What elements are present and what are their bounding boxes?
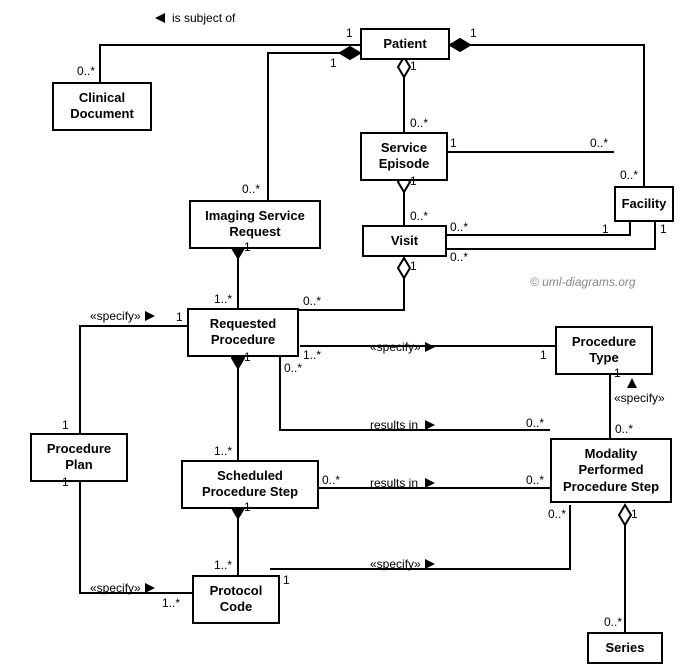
mult: 1 — [660, 222, 667, 236]
label: Visit — [391, 233, 418, 248]
label: ProcedurePlan — [47, 441, 111, 472]
class-procedure-plan: ProcedurePlan — [30, 433, 128, 482]
watermark: © uml-diagrams.org — [530, 275, 636, 289]
mult: 0..* — [303, 294, 321, 308]
direction-arrow-icon — [425, 342, 435, 352]
label: ServiceEpisode — [379, 140, 430, 171]
mult: 0..* — [77, 64, 95, 78]
direction-arrow-icon — [425, 420, 435, 430]
mult: 0..* — [410, 116, 428, 130]
direction-arrow-icon — [145, 583, 155, 593]
mult: 1 — [244, 240, 251, 254]
relation-label: results in — [370, 418, 418, 432]
mult: 1 — [244, 350, 251, 364]
uml-canvas: Patient ClinicalDocument ServiceEpisode … — [0, 0, 692, 668]
mult: 0..* — [526, 473, 544, 487]
label: ProtocolCode — [210, 583, 263, 614]
mult: 1 — [450, 136, 457, 150]
label: RequestedProcedure — [210, 316, 276, 347]
relation-label: «specify» — [614, 391, 665, 405]
mult: 1 — [244, 500, 251, 514]
mult: 1 — [410, 59, 417, 73]
class-service-episode: ServiceEpisode — [360, 132, 448, 181]
class-requested-procedure: RequestedProcedure — [187, 308, 299, 357]
mult: 1 — [470, 26, 477, 40]
class-facility: Facility — [614, 186, 674, 222]
label: Patient — [383, 36, 426, 51]
relation-label: results in — [370, 476, 418, 490]
mult: 1 — [631, 507, 638, 521]
mult: 1 — [283, 573, 290, 587]
mult: 1 — [346, 26, 353, 40]
direction-arrow-icon — [155, 13, 165, 23]
mult: 0..* — [450, 250, 468, 264]
label: Imaging ServiceRequest — [205, 208, 305, 239]
mult: 0..* — [620, 168, 638, 182]
mult: 1 — [330, 56, 337, 70]
mult: 0..* — [548, 507, 566, 521]
mult: 1 — [540, 348, 547, 362]
mult: 1..* — [214, 292, 232, 306]
mult: 0..* — [526, 416, 544, 430]
class-series: Series — [587, 632, 663, 664]
mult: 0..* — [242, 182, 260, 196]
mult: 1 — [176, 310, 183, 324]
mult: 0..* — [604, 615, 622, 629]
mult: 0..* — [410, 209, 428, 223]
mult: 0..* — [590, 136, 608, 150]
label: ProcedureType — [572, 334, 636, 365]
class-protocol-code: ProtocolCode — [192, 575, 280, 624]
class-patient: Patient — [360, 28, 450, 60]
mult: 1 — [602, 222, 609, 236]
class-procedure-type: ProcedureType — [555, 326, 653, 375]
class-imaging-service-request: Imaging ServiceRequest — [189, 200, 321, 249]
mult: 0..* — [615, 422, 633, 436]
relation-label: «specify» — [90, 309, 141, 323]
mult: 1..* — [214, 444, 232, 458]
direction-arrow-icon — [425, 478, 435, 488]
relation-label: is subject of — [172, 11, 235, 25]
label: ModalityPerformedProcedure Step — [563, 446, 659, 494]
mult: 1 — [62, 475, 69, 489]
mult: 0..* — [322, 473, 340, 487]
direction-arrow-icon — [145, 311, 155, 321]
label: Facility — [622, 196, 667, 211]
direction-arrow-icon — [627, 378, 637, 388]
relation-label: «specify» — [370, 557, 421, 571]
relation-label: «specify» — [370, 340, 421, 354]
class-modality-performed-procedure-step: ModalityPerformedProcedure Step — [550, 438, 672, 503]
relation-label: «specify» — [90, 581, 141, 595]
label: Series — [605, 640, 644, 655]
mult: 0..* — [450, 220, 468, 234]
mult: 1 — [410, 259, 417, 273]
label: ScheduledProcedure Step — [202, 468, 298, 499]
class-clinical-document: ClinicalDocument — [52, 82, 152, 131]
mult: 1..* — [303, 348, 321, 362]
direction-arrow-icon — [425, 559, 435, 569]
mult: 1 — [62, 418, 69, 432]
mult: 1..* — [162, 596, 180, 610]
class-visit: Visit — [362, 225, 447, 257]
mult: 0..* — [284, 361, 302, 375]
mult: 1..* — [214, 558, 232, 572]
mult: 1 — [410, 174, 417, 188]
mult: 1 — [614, 366, 621, 380]
label: ClinicalDocument — [70, 90, 134, 121]
